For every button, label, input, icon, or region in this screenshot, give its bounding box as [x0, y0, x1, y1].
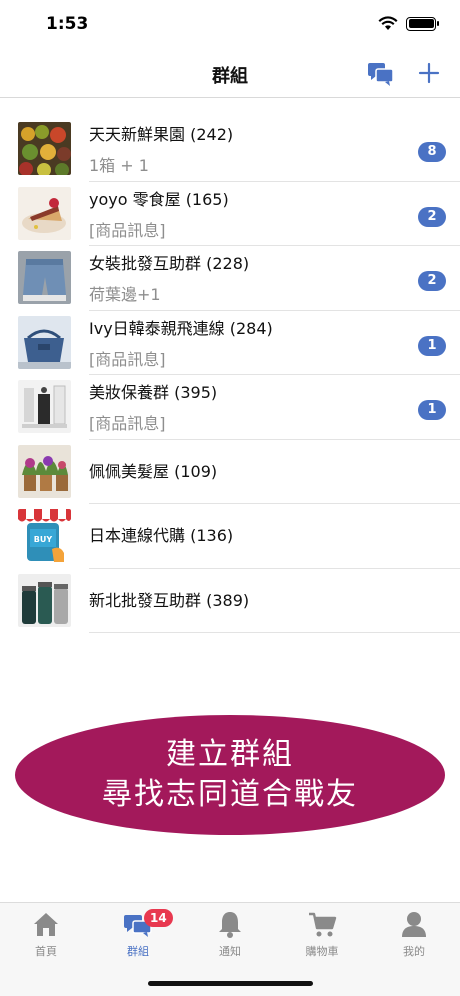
tab-label: 我的 — [403, 945, 425, 958]
group-name: 天天新鮮果園 (242) — [89, 125, 234, 144]
unread-badge: 1 — [418, 335, 446, 356]
group-item-snack[interactable]: yoyo 零食屋 (165) [商品訊息] 2 — [0, 182, 460, 246]
group-last-message: 1箱 + 1 — [89, 156, 149, 175]
group-thumbnail — [18, 186, 71, 240]
group-item-japan[interactable]: BUY 日本連線代購 (136) — [0, 504, 460, 569]
group-item-fruit[interactable]: 天天新鮮果園 (242) 1箱 + 1 8 — [0, 117, 460, 182]
group-name: Ivy日韓泰親飛連線 (284) — [89, 318, 273, 338]
group-item-hair[interactable]: 佩佩美髮屋 (109) — [0, 440, 460, 504]
promo-line-1: 建立群組 — [166, 737, 294, 772]
home-indicator — [148, 981, 313, 986]
tab-groups[interactable]: 群組 14 — [92, 909, 184, 961]
group-last-message: 荷葉邊+1 — [89, 285, 161, 304]
home-icon — [34, 913, 58, 936]
group-item-body: 女裝批發互助群 (228) 荷葉邊+1 2 — [89, 246, 460, 311]
tab-label: 首頁 — [35, 945, 57, 958]
group-thumbnail: BUY — [18, 509, 71, 562]
group-item-travel[interactable]: Ivy日韓泰親飛連線 (284) [商品訊息] 1 — [0, 311, 460, 375]
create-group-promo[interactable]: 建立群組 尋找志同道合戰友 — [15, 715, 445, 835]
tab-label: 購物車 — [305, 945, 339, 958]
nav-bar: 群組 — [0, 50, 460, 98]
status-time: 1:53 — [46, 14, 89, 34]
bell-icon — [219, 912, 241, 938]
group-name: 新北批發互助群 (389) — [89, 590, 250, 610]
group-item-fashion[interactable]: 女裝批發互助群 (228) 荷葉邊+1 2 — [0, 246, 460, 311]
promo-line-2: 尋找志同道合戰友 — [102, 777, 358, 812]
person-icon — [402, 912, 426, 937]
group-item-body: 美妝保養群 (395) [商品訊息] 1 — [89, 375, 460, 440]
group-name: 日本連線代購 (136) — [89, 526, 234, 545]
group-thumbnail — [18, 444, 71, 498]
unread-badge: 2 — [418, 206, 446, 227]
add-group-icon[interactable] — [418, 61, 440, 85]
group-thumbnail — [18, 251, 71, 304]
group-item-body: 天天新鮮果園 (242) 1箱 + 1 8 — [89, 117, 460, 182]
status-icons — [378, 16, 439, 31]
tab-label: 群組 — [127, 945, 149, 958]
notification-count-badge: 14 — [144, 909, 173, 927]
group-item-body: 佩佩美髮屋 (109) — [89, 440, 460, 504]
battery-icon — [406, 16, 439, 31]
status-bar: 1:53 — [0, 0, 460, 50]
wifi-icon — [378, 16, 398, 30]
group-name: yoyo 零食屋 (165) — [89, 189, 229, 209]
group-list: 天天新鮮果園 (242) 1箱 + 1 8 yoyo 零食屋 (165) [商品… — [0, 117, 460, 633]
unread-badge: 8 — [418, 142, 446, 162]
tab-profile[interactable]: 我的 — [368, 909, 460, 961]
group-last-message: [商品訊息] — [89, 414, 166, 433]
group-thumbnail — [18, 315, 71, 369]
group-item-beauty[interactable]: 美妝保養群 (395) [商品訊息] 1 — [0, 375, 460, 440]
tab-home[interactable]: 首頁 — [0, 909, 92, 961]
cart-icon — [309, 912, 337, 937]
group-name: 女裝批發互助群 (228) — [89, 254, 250, 273]
group-thumbnail — [18, 122, 71, 175]
group-thumbnail — [18, 573, 71, 627]
buy-label: BUY — [34, 535, 53, 544]
group-last-message: [商品訊息] — [89, 349, 166, 369]
group-name: 佩佩美髮屋 (109) — [89, 461, 218, 481]
group-item-body: Ivy日韓泰親飛連線 (284) [商品訊息] 1 — [89, 311, 460, 375]
tab-notifications[interactable]: 通知 — [184, 909, 276, 961]
tab-label: 通知 — [219, 945, 241, 958]
group-item-body: yoyo 零食屋 (165) [商品訊息] 2 — [89, 182, 460, 246]
group-thumbnail — [18, 380, 71, 433]
tab-cart[interactable]: 購物車 — [276, 909, 368, 961]
chat-bubbles-icon[interactable] — [367, 61, 395, 87]
unread-badge: 2 — [418, 271, 446, 291]
group-name: 美妝保養群 (395) — [89, 383, 218, 402]
group-last-message: [商品訊息] — [89, 220, 166, 240]
group-item-body: 日本連線代購 (136) — [89, 504, 460, 569]
group-item-bottles[interactable]: 新北批發互助群 (389) — [0, 569, 460, 633]
unread-badge: 1 — [418, 400, 446, 420]
group-item-body: 新北批發互助群 (389) — [89, 569, 460, 633]
